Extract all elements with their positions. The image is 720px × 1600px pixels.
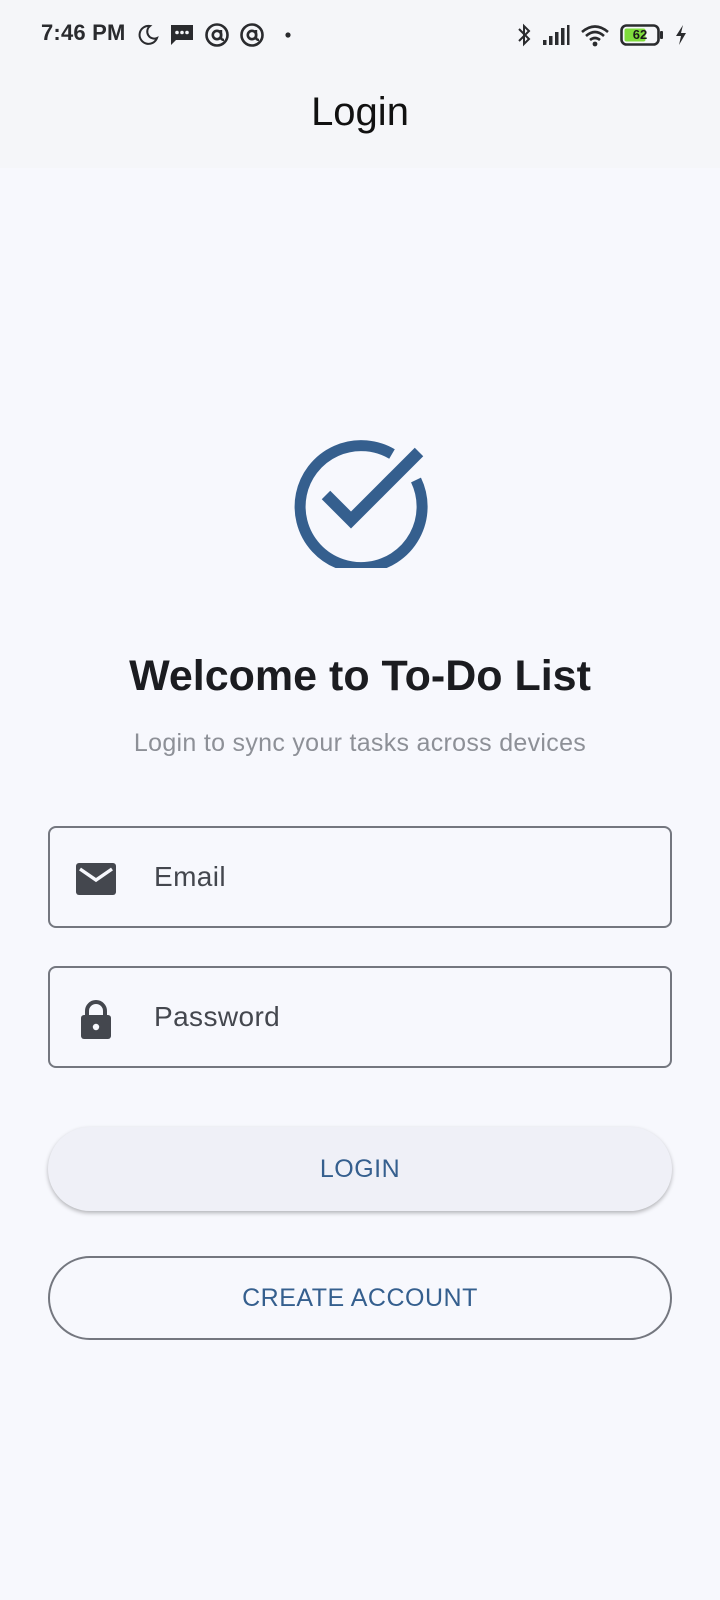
status-bar: 7:46 PM 62: [0, 0, 720, 70]
battery-level-text: 62: [632, 27, 648, 42]
login-button[interactable]: LOGIN: [48, 1127, 672, 1211]
app-bar: Login: [0, 70, 720, 168]
signal-icon: [543, 25, 570, 45]
status-system-icons: 62: [516, 20, 688, 50]
at-sign-icon: [205, 23, 229, 47]
at-sign-icon: [240, 23, 264, 47]
dot-icon: [285, 32, 291, 38]
email-input[interactable]: [154, 828, 654, 926]
status-notification-icons: [136, 20, 294, 50]
password-field[interactable]: [48, 966, 672, 1068]
create-account-button[interactable]: CREATE ACCOUNT: [48, 1256, 672, 1340]
battery-icon: 62: [620, 24, 664, 46]
wifi-icon: [581, 25, 609, 47]
password-input[interactable]: [154, 968, 654, 1066]
moon-icon: [138, 24, 159, 45]
message-icon: [171, 25, 193, 45]
charging-icon: [676, 25, 686, 45]
page-title: Login: [311, 90, 409, 134]
bluetooth-icon: [518, 23, 531, 47]
lock-icon: [81, 1000, 111, 1039]
email-field[interactable]: [48, 826, 672, 928]
email-icon: [76, 863, 116, 895]
welcome-subtitle: Login to sync your tasks across devices: [133, 729, 587, 757]
welcome-title: Welcome to To-Do List: [129, 652, 591, 700]
status-time: 7:46 PM: [41, 20, 126, 45]
check-circle-icon: [294, 440, 428, 568]
